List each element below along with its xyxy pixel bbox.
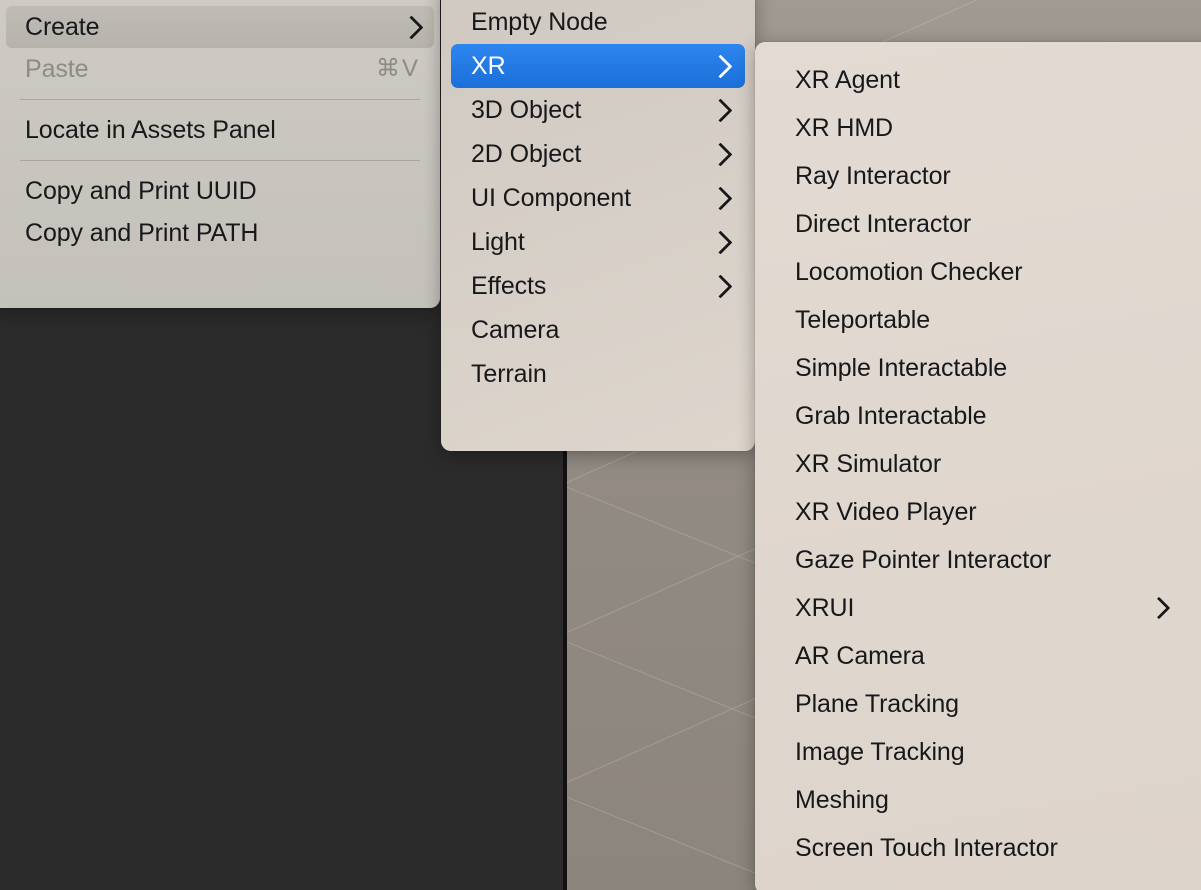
create-submenu-item-3d-object[interactable]: 3D Object <box>451 88 745 132</box>
node-context-menu[interactable]: Create Paste ⌘V Locate in Assets Panel C… <box>0 0 440 308</box>
xr-submenu-item-xr-video-player[interactable]: XR Video Player <box>765 488 1201 536</box>
xr-submenu-item-xr-hmd[interactable]: XR HMD <box>765 104 1201 152</box>
context-menu-item-label: Locate in Assets Panel <box>25 115 276 144</box>
xr-submenu-item-ray-interactor[interactable]: Ray Interactor <box>765 152 1201 200</box>
create-submenu-item-label: Terrain <box>471 359 547 388</box>
create-submenu-item-empty-node[interactable]: Empty Node <box>451 0 745 44</box>
create-submenu-item-label: 3D Object <box>471 95 582 124</box>
create-submenu-item-camera[interactable]: Camera <box>451 308 745 352</box>
xr-submenu-item-label: Screen Touch Interactor <box>795 833 1058 862</box>
context-menu-item-create[interactable]: Create <box>6 6 434 48</box>
xr-submenu-item-screen-touch-interactor[interactable]: Screen Touch Interactor <box>765 824 1201 872</box>
context-menu-item-label: Paste <box>25 54 89 83</box>
xr-submenu-item-meshing[interactable]: Meshing <box>765 776 1201 824</box>
context-menu-item-copy-and-print-path[interactable]: Copy and Print PATH <box>6 212 434 254</box>
submenu-arrow <box>708 273 733 299</box>
create-submenu-item-label: Empty Node <box>471 7 608 36</box>
xr-submenu-item-locomotion-checker[interactable]: Locomotion Checker <box>765 248 1201 296</box>
xr-submenu-item-xr-agent[interactable]: XR Agent <box>765 56 1201 104</box>
create-submenu-item-label: UI Component <box>471 183 631 212</box>
xr-submenu-item-xrui[interactable]: XRUI <box>765 584 1201 632</box>
create-submenu-item-light[interactable]: Light <box>451 220 745 264</box>
chevron-right-icon <box>708 53 733 79</box>
xr-submenu-item-label: Teleportable <box>795 305 931 334</box>
create-submenu-item-ui-component[interactable]: UI Component <box>451 176 745 220</box>
xr-submenu-item-label: Plane Tracking <box>795 689 959 718</box>
chevron-right-icon <box>708 141 733 167</box>
xr-submenu-item-teleportable[interactable]: Teleportable <box>765 296 1201 344</box>
xr-submenu[interactable]: XR Agent XR HMD Ray Interactor Direct In… <box>755 42 1201 890</box>
xr-submenu-item-label: Ray Interactor <box>795 161 951 190</box>
create-submenu-item-label: 2D Object <box>471 139 582 168</box>
xr-submenu-item-label: XR Video Player <box>795 497 977 526</box>
chevron-right-icon <box>708 185 733 211</box>
xr-submenu-item-grab-interactable[interactable]: Grab Interactable <box>765 392 1201 440</box>
create-submenu-item-label: Light <box>471 227 525 256</box>
xr-submenu-item-label: Image Tracking <box>795 737 965 766</box>
create-submenu-item-label: Effects <box>471 271 547 300</box>
chevron-right-icon <box>399 14 424 40</box>
menu-separator <box>20 160 420 161</box>
xr-submenu-item-ar-camera[interactable]: AR Camera <box>765 632 1201 680</box>
paste-shortcut: ⌘V <box>375 55 420 82</box>
chevron-right-icon <box>708 229 733 255</box>
context-menu-item-label: Copy and Print UUID <box>25 176 257 205</box>
xr-submenu-item-label: Gaze Pointer Interactor <box>795 545 1052 574</box>
submenu-arrow <box>708 97 733 123</box>
xr-submenu-item-label: AR Camera <box>795 641 925 670</box>
xr-submenu-item-label: Direct Interactor <box>795 209 972 238</box>
context-menu-item-paste: Paste ⌘V <box>6 48 434 90</box>
xr-submenu-item-label: XR Simulator <box>795 449 942 478</box>
context-menu-item-copy-and-print-uuid[interactable]: Copy and Print UUID <box>6 170 434 212</box>
submenu-arrow <box>708 229 733 255</box>
create-submenu-item-xr[interactable]: XR <box>451 44 745 88</box>
chevron-right-icon <box>708 97 733 123</box>
submenu-arrow <box>708 53 733 79</box>
submenu-arrow <box>1147 596 1171 620</box>
create-submenu-item-terrain[interactable]: Terrain <box>451 352 745 396</box>
chevron-right-icon <box>708 273 733 299</box>
screen: Create Paste ⌘V Locate in Assets Panel C… <box>0 0 1201 890</box>
context-menu-item-label: Create <box>25 12 100 41</box>
create-submenu-item-2d-object[interactable]: 2D Object <box>451 132 745 176</box>
xr-submenu-item-label: XR HMD <box>795 113 894 142</box>
submenu-arrow <box>708 141 733 167</box>
xr-submenu-item-simple-interactable[interactable]: Simple Interactable <box>765 344 1201 392</box>
create-submenu-item-label: XR <box>471 51 506 80</box>
xr-submenu-item-label: Grab Interactable <box>795 401 987 430</box>
xr-submenu-item-label: XR Agent <box>795 65 900 94</box>
context-menu-item-locate-in-assets-panel[interactable]: Locate in Assets Panel <box>6 109 434 151</box>
menu-separator <box>20 99 420 100</box>
create-submenu-item-label: Camera <box>471 315 560 344</box>
submenu-arrow <box>399 14 424 40</box>
xr-submenu-item-image-tracking[interactable]: Image Tracking <box>765 728 1201 776</box>
context-menu-item-label: Copy and Print PATH <box>25 218 259 247</box>
chevron-right-icon <box>1147 596 1171 620</box>
xr-submenu-item-label: Simple Interactable <box>795 353 1008 382</box>
create-submenu-item-effects[interactable]: Effects <box>451 264 745 308</box>
xr-submenu-item-gaze-pointer-interactor[interactable]: Gaze Pointer Interactor <box>765 536 1201 584</box>
xr-submenu-item-plane-tracking[interactable]: Plane Tracking <box>765 680 1201 728</box>
create-submenu[interactable]: Empty Node XR 3D Object 2D Object UI Com… <box>441 0 755 451</box>
xr-submenu-item-label: XRUI <box>795 593 855 622</box>
xr-submenu-item-label: Meshing <box>795 785 889 814</box>
submenu-arrow <box>708 185 733 211</box>
xr-submenu-item-xr-simulator[interactable]: XR Simulator <box>765 440 1201 488</box>
xr-submenu-item-label: Locomotion Checker <box>795 257 1023 286</box>
xr-submenu-item-direct-interactor[interactable]: Direct Interactor <box>765 200 1201 248</box>
